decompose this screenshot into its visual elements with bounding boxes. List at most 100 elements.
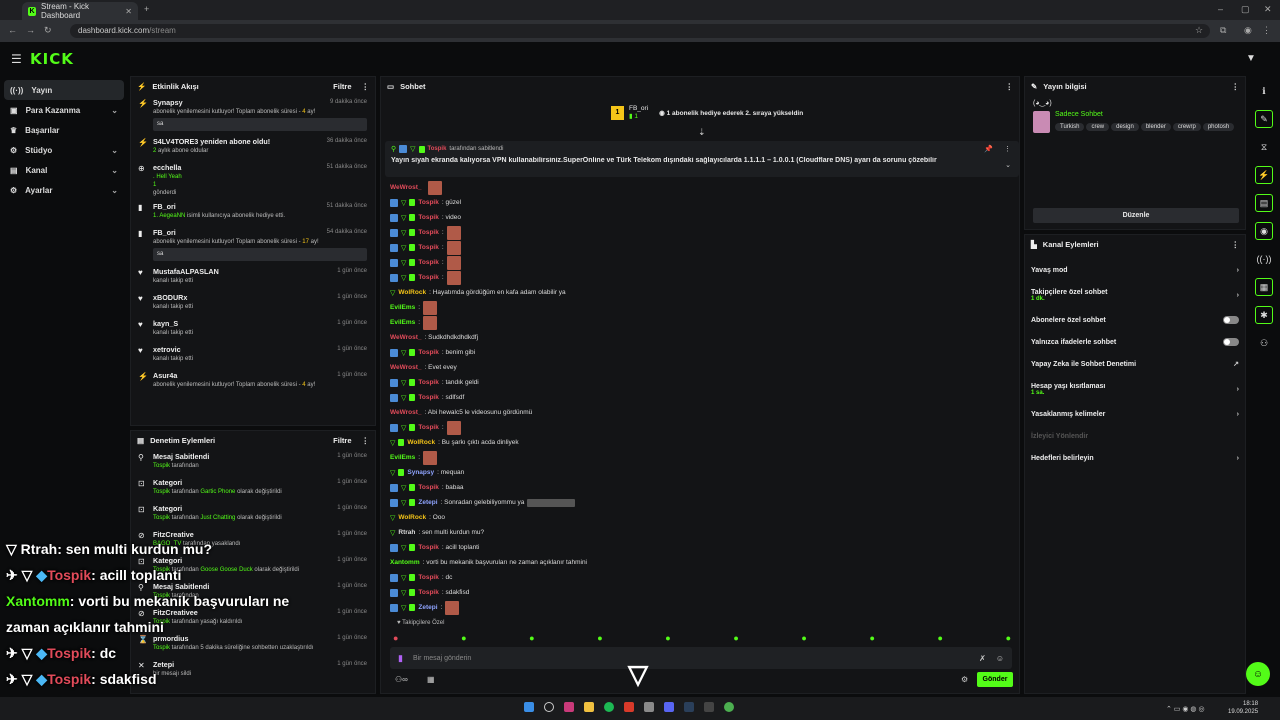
chat-message[interactable]: ▽ Tospik:: [390, 270, 1010, 285]
activity-more-icon[interactable]: ⋮: [362, 82, 370, 91]
channel-action-item[interactable]: Takipçilere özel sohbet 1 dk. ›: [1025, 281, 1245, 309]
chat-username[interactable]: WeWrost_: [390, 334, 422, 341]
edit-rail-icon[interactable]: ✎: [1255, 110, 1273, 128]
chat-message[interactable]: EvilEms:: [390, 450, 1010, 465]
stream-tag[interactable]: Turkish: [1055, 123, 1085, 131]
toggle-switch[interactable]: [1223, 316, 1239, 324]
activity-item[interactable]: ♥ xBODURx 1 gün önce kanalı takip etti: [131, 290, 375, 316]
sidebar-item-1[interactable]: ▣ Para Kazanma ⌄: [4, 100, 124, 120]
hamburger-menu-icon[interactable]: ☰: [11, 52, 22, 66]
apps-rail-icon[interactable]: ⚇: [1255, 334, 1273, 352]
chat-message[interactable]: ▽ Tospik:: [390, 240, 1010, 255]
chevron-right-icon[interactable]: ›: [1237, 411, 1239, 418]
chat-rail-icon[interactable]: ◉: [1255, 222, 1273, 240]
chat-username[interactable]: EvilEms: [390, 304, 415, 311]
chat-username[interactable]: WeWrost_: [390, 409, 422, 416]
spotify-icon[interactable]: [604, 702, 614, 712]
moderation-item[interactable]: ⊡ Kategori 1 gün önce Tospik tarafından Jus…: [131, 501, 375, 527]
activity-item[interactable]: ▮ FB_ori 54 dakika önce abonelik yenilemesi…: [131, 225, 375, 264]
chevron-down-icon[interactable]: ⌄: [111, 166, 118, 175]
chat-message[interactable]: ▽ Tospik: babaa: [390, 480, 1010, 495]
chat-message[interactable]: ▽ Tospik: güzel: [390, 195, 1010, 210]
chevron-down-icon[interactable]: ⌄: [111, 106, 118, 115]
taskbar-app4-icon[interactable]: [704, 702, 714, 712]
poll-icon[interactable]: ▦: [427, 675, 435, 684]
moderation-item[interactable]: ⊡ Kategori 1 gün önce Tospik tarafından Gar…: [131, 475, 375, 501]
sidebar-item-0[interactable]: ((·)) Yayın: [4, 80, 124, 100]
channel-actions-more-icon[interactable]: ⋮: [1232, 240, 1240, 249]
activity-item[interactable]: ⚡ Synapsy 9 dakika önce abonelik yenilemesi…: [131, 95, 375, 134]
emote-icon[interactable]: ●: [1006, 633, 1011, 643]
document-rail-icon[interactable]: ▤: [1255, 194, 1273, 212]
channel-action-item[interactable]: Yavaş mod ›: [1025, 259, 1245, 281]
sidebar-item-4[interactable]: ▤ Kanal ⌄: [4, 160, 124, 180]
reload-icon[interactable]: ↻: [44, 25, 52, 36]
chat-input[interactable]: Bir mesaj gönderin: [413, 655, 471, 662]
chat-message[interactable]: WeWrost_: Sudkdhdkdhdkdfj: [390, 330, 1010, 345]
discord-icon[interactable]: [664, 702, 674, 712]
activity-item[interactable]: ▮ FB_ori 51 dakika önce 1. AegeaNN isimli k…: [131, 199, 375, 225]
sidebar-item-3[interactable]: ⚙ Stüdyo ⌄: [4, 140, 124, 160]
maximize-icon[interactable]: ▢: [1241, 4, 1250, 15]
layout-rail-icon[interactable]: ▦: [1255, 278, 1273, 296]
chat-username[interactable]: Tospik: [418, 394, 438, 401]
support-chat-icon[interactable]: ☺: [1246, 662, 1270, 686]
chat-username[interactable]: Tospik: [418, 199, 438, 206]
chevron-right-icon[interactable]: ›: [1237, 386, 1239, 393]
chat-username[interactable]: Tospik: [418, 574, 438, 581]
chat-message[interactable]: EvilEms:: [390, 300, 1010, 315]
minimize-icon[interactable]: –: [1218, 4, 1223, 14]
sidebar-item-5[interactable]: ⚙ Ayarlar ⌄: [4, 180, 124, 200]
windows-start-icon[interactable]: [524, 702, 534, 712]
chat-message[interactable]: ▽ Tospik: dc: [390, 570, 1010, 585]
chat-username[interactable]: Tospik: [418, 259, 438, 266]
file-explorer-icon[interactable]: [584, 702, 594, 712]
emote-icon[interactable]: ●: [597, 633, 602, 643]
chat-message[interactable]: ▽ Zetepi:: [390, 600, 1010, 615]
chevron-right-icon[interactable]: ›: [1237, 292, 1239, 299]
forward-icon[interactable]: →: [26, 25, 35, 35]
edit-stream-button[interactable]: Düzenle: [1033, 208, 1239, 223]
emote-icon[interactable]: ●: [733, 633, 738, 643]
new-tab-icon[interactable]: +: [144, 4, 149, 14]
microphone-icon[interactable]: ▮: [398, 653, 403, 664]
chevron-right-icon[interactable]: ›: [1237, 455, 1239, 462]
emote-icon[interactable]: ●: [393, 633, 398, 643]
chat-message[interactable]: ▽ Tospik:: [390, 255, 1010, 270]
moderation-more-icon[interactable]: ⋮: [362, 436, 370, 445]
chat-username[interactable]: EvilEms: [390, 454, 415, 461]
chat-username[interactable]: Tospik: [418, 229, 438, 236]
chrome-icon[interactable]: [724, 702, 734, 712]
chat-username[interactable]: Zetepi: [418, 604, 437, 611]
stream-tag[interactable]: blender: [1140, 123, 1171, 131]
chat-message[interactable]: ▽ WolRock: Bu şarkı çıktı acda dinliyek: [390, 435, 1010, 450]
format-icon[interactable]: ✗: [979, 654, 986, 663]
chat-more-icon[interactable]: ⋮: [1006, 82, 1014, 91]
share-rail-icon[interactable]: ⧖: [1255, 138, 1273, 156]
chat-message[interactable]: WeWrost_: Evet evey: [390, 360, 1010, 375]
chat-username[interactable]: Tospik: [418, 544, 438, 551]
stream-tag[interactable]: design: [1111, 123, 1139, 131]
extensions-icon[interactable]: ⧉: [1220, 25, 1226, 36]
info-icon[interactable]: ℹ: [1255, 82, 1273, 100]
emote-icon[interactable]: ●: [869, 633, 874, 643]
system-tray-icons[interactable]: ⌃ ▭ ◉ ◍ ◎: [1166, 705, 1205, 713]
channel-action-item[interactable]: Yapay Zeka ile Sohbet Denetimi ↗: [1025, 353, 1245, 375]
unpin-icon[interactable]: 📌: [984, 145, 993, 153]
chat-username[interactable]: WolRock: [398, 289, 426, 296]
taskbar-app1-icon[interactable]: [564, 702, 574, 712]
toggle-switch[interactable]: [1223, 338, 1239, 346]
external-link-icon[interactable]: ↗: [1233, 360, 1239, 368]
chat-message[interactable]: ▽ Tospik: sdakfisd: [390, 585, 1010, 600]
lightning-rail-icon[interactable]: ⚡: [1255, 166, 1273, 184]
chat-message[interactable]: ▽ Tospik: video: [390, 210, 1010, 225]
chat-username[interactable]: Synapsy: [407, 469, 434, 476]
stream-tag[interactable]: crew: [1086, 123, 1110, 131]
chat-message[interactable]: ▽ Synapsy: mequan: [390, 465, 1010, 480]
url-field[interactable]: dashboard.kick.com/stream: [70, 24, 1210, 38]
activity-item[interactable]: ♥ kayn_S 1 gün önce kanalı takip etti: [131, 316, 375, 342]
send-button[interactable]: Gönder: [977, 672, 1013, 687]
activity-item[interactable]: ⊕ ecchella 51 dakika önce. Hell Yeah 1 gönde…: [131, 160, 375, 199]
pinned-message[interactable]: ⚲ ▽ Tospik tarafından sabitlendi Yayın si…: [385, 141, 1019, 177]
wrench-rail-icon[interactable]: ✱: [1255, 306, 1273, 324]
